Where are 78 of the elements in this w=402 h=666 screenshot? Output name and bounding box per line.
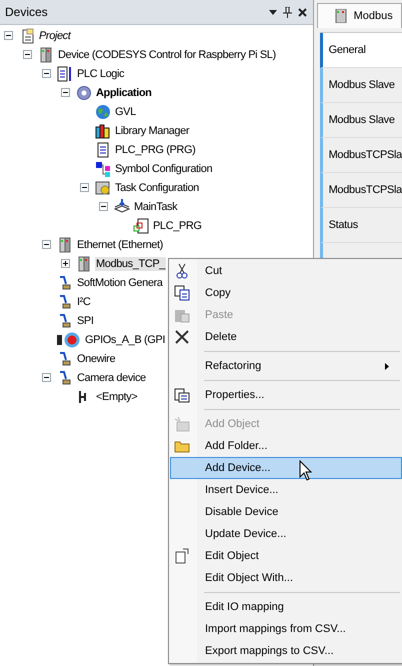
tree-item[interactable]: SoftMotion Genera <box>76 276 164 290</box>
menu-item[interactable]: Edit IO mapping <box>170 596 402 618</box>
menu-item[interactable]: Cut <box>170 260 402 282</box>
tree-item[interactable]: I²C <box>76 294 92 308</box>
tree-item[interactable]: PLC_PRG <box>152 218 203 232</box>
menu-item[interactable]: Import mappings from CSV... <box>170 618 402 640</box>
menu-item[interactable]: Properties... <box>170 384 402 406</box>
gpio-icon <box>57 332 81 348</box>
tree-item[interactable]: GVL <box>114 104 137 118</box>
paste-icon <box>174 307 190 323</box>
tree-item[interactable]: GPIOs_A_B (GPI <box>84 332 166 346</box>
collapse-icon[interactable] <box>42 373 50 382</box>
books-icon <box>95 122 111 138</box>
collapse-icon[interactable] <box>22 50 32 59</box>
editor-tab[interactable]: Modbus <box>316 3 402 28</box>
connector-icon <box>57 370 73 386</box>
side-tab[interactable]: ModbusTCPSla <box>320 173 402 208</box>
tree-item[interactable]: Task Configuration <box>114 180 200 194</box>
connector-icon <box>57 350 73 366</box>
panel-title: Devices <box>5 5 49 19</box>
collapse-icon[interactable] <box>98 202 108 211</box>
tree-item[interactable]: PLC Logic <box>76 66 126 80</box>
side-tab[interactable]: General <box>320 33 402 68</box>
menu-item[interactable]: Add Device... <box>170 457 402 479</box>
tree-item[interactable]: Modbus_TCP_ <box>95 256 166 270</box>
globe-icon <box>95 104 111 120</box>
task-icon <box>114 198 130 214</box>
submenu-arrow-icon <box>385 362 389 370</box>
expand-icon[interactable] <box>60 259 70 268</box>
side-tab[interactable]: ModbusTCPSla <box>320 138 402 173</box>
tree-item[interactable]: SPI <box>76 314 95 328</box>
menu-item[interactable]: Insert Device... <box>170 479 402 501</box>
tree-item[interactable]: <Empty> <box>95 390 138 404</box>
tree-item[interactable]: Symbol Configuration <box>114 162 214 176</box>
device-icon <box>334 9 348 23</box>
scissors-icon <box>176 263 188 279</box>
cursor-icon <box>299 460 313 482</box>
collapse-icon[interactable] <box>42 240 50 249</box>
connector-icon <box>57 274 73 290</box>
document-icon <box>95 142 111 158</box>
collapse-icon[interactable] <box>4 31 12 40</box>
tree-item[interactable]: Application <box>95 86 152 100</box>
menu-item[interactable]: Export mappings to CSV... <box>170 640 402 662</box>
menu-item[interactable]: Refactoring <box>170 355 402 377</box>
tree-item[interactable]: Library Manager <box>114 124 190 138</box>
tree-item[interactable]: Device (CODESYS Control for Raspberry Pi SL) <box>57 48 277 62</box>
menu-item[interactable]: Update Device... <box>170 523 402 545</box>
menu-item[interactable]: Disable Device <box>170 501 402 523</box>
squares-icon <box>95 160 111 176</box>
folder-icon <box>174 439 190 453</box>
close-icon[interactable] <box>298 8 307 16</box>
tab-label: Modbus <box>354 10 393 22</box>
collapse-icon[interactable] <box>60 88 70 97</box>
menu-item[interactable]: Delete <box>170 326 402 348</box>
copy-icon <box>174 285 190 301</box>
delete-icon <box>175 330 189 344</box>
menu-item[interactable]: Copy <box>170 282 402 304</box>
connector-icon <box>57 294 73 310</box>
tree-item[interactable]: PLC_PRG (PRG) <box>114 142 196 156</box>
document-icon <box>57 66 73 82</box>
tree-item[interactable]: MainTask <box>133 200 178 214</box>
pin-icon[interactable] <box>282 6 292 18</box>
connector-icon <box>57 312 73 328</box>
side-tab[interactable]: Modbus Slave <box>320 103 402 138</box>
menu-item[interactable]: Edit Object <box>170 545 402 567</box>
tree-item[interactable]: Camera device <box>76 370 147 384</box>
collapse-icon[interactable] <box>80 183 88 192</box>
dropdown-icon[interactable] <box>268 10 277 14</box>
tree-item[interactable]: Onewire <box>76 352 116 366</box>
side-tab[interactable]: Modbus Slave <box>320 68 402 103</box>
collapse-icon[interactable] <box>42 69 50 78</box>
properties-icon <box>174 387 190 403</box>
menu-item[interactable]: Add Folder... <box>170 435 402 457</box>
tree-item[interactable]: Ethernet (Ethernet) <box>76 238 164 252</box>
menu-item[interactable]: Edit Object With... <box>170 567 402 589</box>
gear-icon <box>76 84 92 100</box>
side-tab[interactable]: Status <box>320 208 402 243</box>
tree-item[interactable]: Project <box>38 28 72 42</box>
